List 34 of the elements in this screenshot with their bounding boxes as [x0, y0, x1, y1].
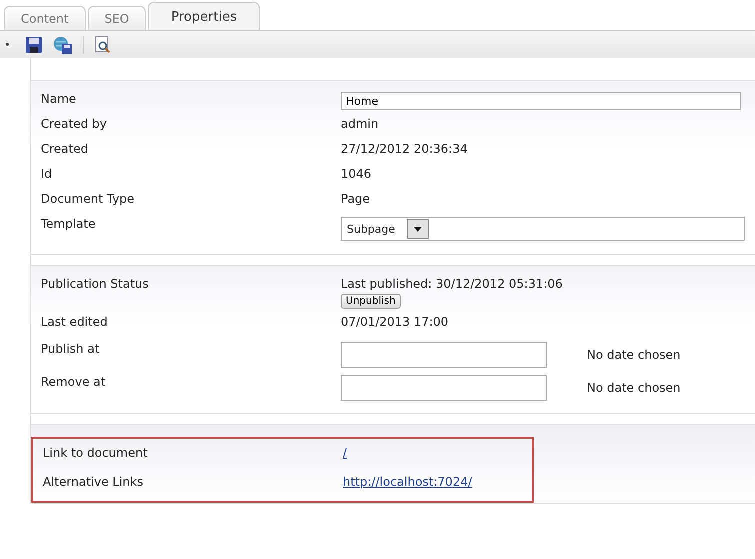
globe-save-icon[interactable] [53, 36, 73, 54]
tab[interactable]: SEO [88, 6, 146, 30]
document-link[interactable]: http://localhost:7024/ [343, 475, 472, 489]
field-label: Alternative Links [43, 475, 144, 489]
date-note: No date chosen [587, 381, 681, 395]
tab[interactable]: Content [4, 6, 86, 30]
date-field[interactable] [341, 342, 547, 368]
field-value: Last published: 30/12/2012 05:31:06 [341, 277, 563, 291]
field-label: Last edited [41, 315, 109, 329]
field-label: Id [41, 167, 54, 181]
unpublish-button[interactable]: Unpublish [341, 294, 401, 309]
field-label: Remove at [41, 375, 107, 389]
name-field[interactable]: Home [341, 92, 741, 110]
template-dropdown[interactable]: Subpage [341, 217, 745, 241]
field-value: 07/01/2013 17:00 [341, 315, 450, 329]
field-label: Name [41, 92, 78, 106]
date-note: No date chosen [587, 348, 681, 362]
caret-icon [414, 226, 422, 232]
preview-icon[interactable] [94, 36, 112, 54]
field-value: 1046 [341, 167, 373, 181]
save-icon[interactable] [25, 36, 43, 54]
tab[interactable]: Properties [148, 2, 260, 30]
field-label: Created by [41, 117, 108, 131]
field-label: Link to document [43, 446, 149, 460]
date-field[interactable] [341, 375, 547, 401]
field-label: Publish at [41, 342, 101, 356]
field-label: Created [41, 142, 90, 156]
field-value: admin [341, 117, 380, 131]
field-value: Page [341, 192, 372, 206]
field-label: Publication Status [41, 277, 150, 291]
field-label: Template [41, 217, 97, 231]
field-label: Document Type [41, 192, 136, 206]
document-link[interactable]: / [343, 446, 472, 460]
field-value: 27/12/2012 20:36:34 [341, 142, 469, 156]
